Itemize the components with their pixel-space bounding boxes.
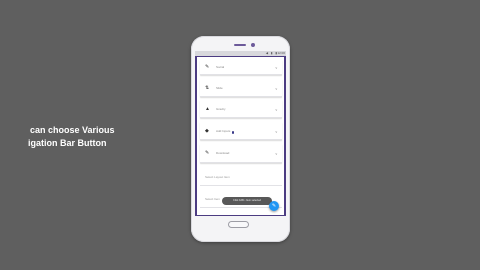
list-item-label: Download xyxy=(216,151,230,155)
list-item-label: Add Inputs xyxy=(216,128,231,133)
arrows-icon: ⇅ xyxy=(205,84,210,91)
chevron-down-icon[interactable]: ⌄ xyxy=(275,151,278,156)
list-item-label: Gravity xyxy=(216,106,226,111)
app-content: ✎ Social ⌄ ⇅ Slide ⌄ ▲ Gravity ⌄ ◆ Add I… xyxy=(197,57,284,215)
list-item-slide[interactable]: ⇅ Slide ⌄ xyxy=(200,79,282,97)
chevron-down-icon[interactable]: ⌄ xyxy=(275,65,278,70)
diamond-icon: ◆ xyxy=(205,127,209,134)
home-button[interactable] xyxy=(228,221,249,228)
speaker-grille xyxy=(234,44,246,46)
list-item-gravity[interactable]: ▲ Gravity ⌄ xyxy=(200,100,282,118)
edit-icon[interactable]: ✎ xyxy=(269,201,279,211)
chevron-down-icon[interactable]: ⌄ xyxy=(275,85,278,90)
status-bar: ◀ ▮ ▮ 12:00 xyxy=(195,51,286,56)
phone-screen: ◀ ▮ ▮ 12:00 ✎ Social ⌄ ⇅ Slide ⌄ ▲ Gravi… xyxy=(195,51,286,216)
list-item-social[interactable]: ✎ Social ⌄ xyxy=(200,60,282,75)
snackbar-toast: Click FAB • Item selected xyxy=(222,197,272,205)
pencil-icon: ✎ xyxy=(205,150,210,156)
caption-line-1: can choose Various xyxy=(30,125,115,135)
triangle-icon: ▲ xyxy=(205,105,210,112)
chevron-down-icon[interactable]: ⌄ xyxy=(275,106,278,111)
phone-frame: ◀ ▮ ▮ 12:00 ✎ Social ⌄ ⇅ Slide ⌄ ▲ Gravi… xyxy=(191,36,290,242)
touch-cursor xyxy=(232,131,234,134)
list-item-label: Social xyxy=(216,65,225,69)
select-layout-field[interactable]: Select Layout Item xyxy=(200,169,282,186)
pencil-icon: ✎ xyxy=(205,64,210,70)
front-camera xyxy=(251,43,255,47)
status-time: 12:00 xyxy=(277,51,285,55)
status-icons: ◀ ▮ ▮ xyxy=(265,51,278,55)
list-item-label: Slide xyxy=(216,85,223,90)
chevron-down-icon[interactable]: ⌄ xyxy=(275,128,278,133)
field-label: Select Item xyxy=(205,197,221,201)
field-label: Select Layout Item xyxy=(205,175,230,179)
caption-line-2: igation Bar Button xyxy=(28,138,107,148)
video-caption: can choose Various igation Bar Button xyxy=(28,124,115,150)
list-item-add-inputs[interactable]: ◆ Add Inputs ⌄ xyxy=(200,122,282,140)
list-item-download[interactable]: ✎ Download ⌄ xyxy=(200,144,282,163)
